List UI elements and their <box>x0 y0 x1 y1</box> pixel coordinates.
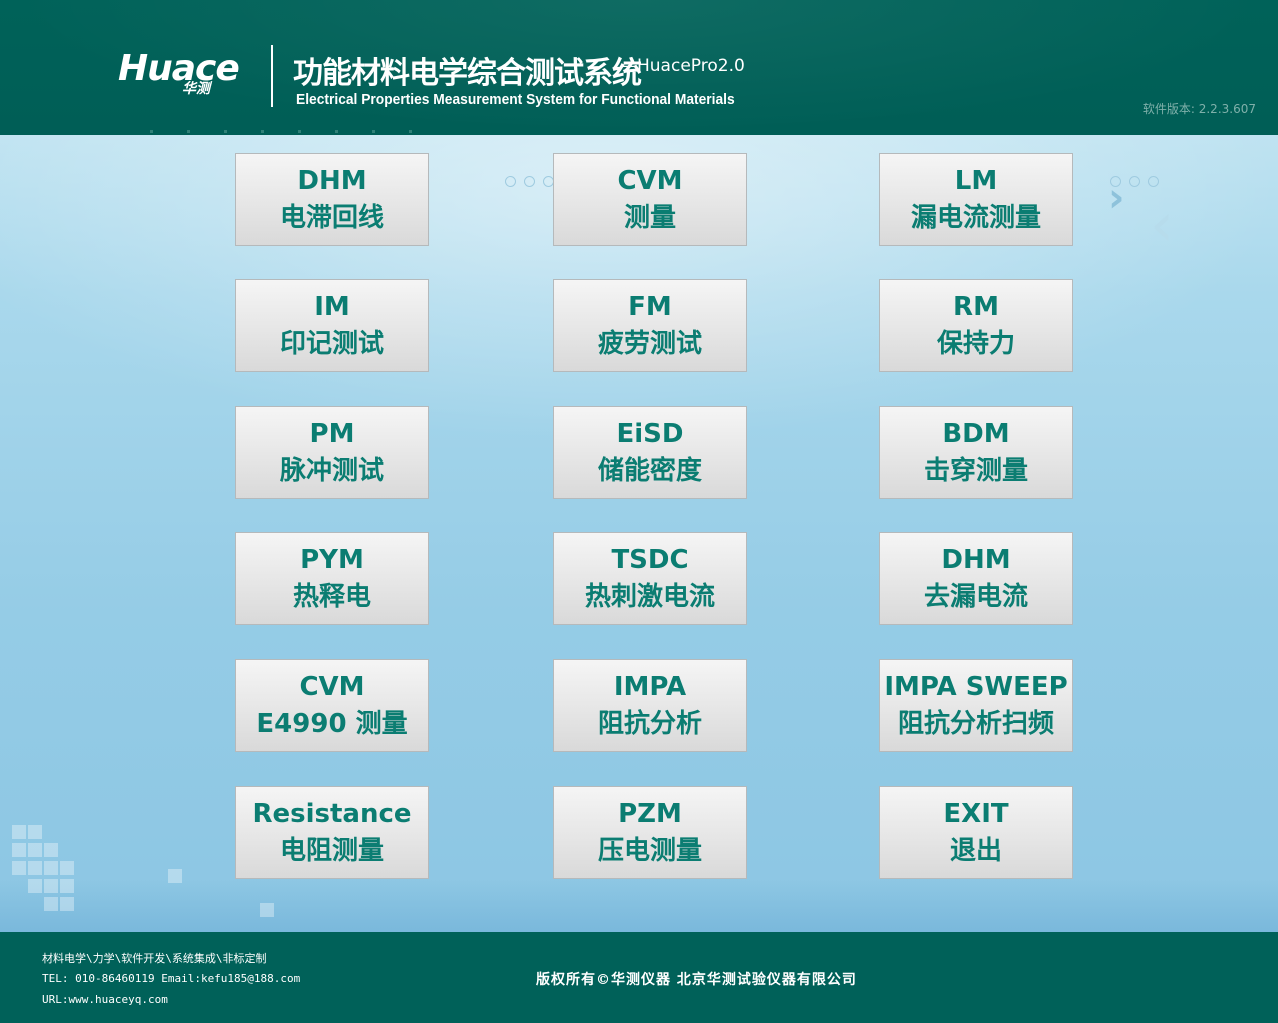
button-code: CVM <box>299 671 365 702</box>
footer-copyright: 版权所有©华测仪器 北京华测试验仪器有限公司 <box>536 972 857 988</box>
button-code: EiSD <box>616 418 684 449</box>
button-code: BDM <box>942 418 1010 449</box>
bdm-breakdown-button[interactable]: BDM 击穿测量 <box>879 406 1073 499</box>
button-code: PYM <box>300 544 364 575</box>
button-label: E4990 测量 <box>256 708 408 739</box>
pym-pyroelectric-button[interactable]: PYM 热释电 <box>235 532 429 625</box>
main-panel: › ‹ DHM 电滞回线 CVM 测量 LM 漏电流测量 IM 印记测试 FM … <box>0 135 1278 932</box>
button-code: EXIT <box>943 798 1009 829</box>
button-label: 脉冲测试 <box>279 455 384 486</box>
button-label: 测量 <box>623 202 676 233</box>
button-label: 阻抗分析 <box>597 708 702 739</box>
dhm-leakage-removal-button[interactable]: DHM 去漏电流 <box>879 532 1073 625</box>
button-label: 电阻测量 <box>279 835 384 866</box>
button-label: 保持力 <box>936 328 1015 359</box>
button-code: CVM <box>617 165 683 196</box>
button-label: 漏电流测量 <box>910 202 1041 233</box>
footer-url: URL:www.huaceyq.com <box>42 993 168 1006</box>
logo-divider <box>271 45 273 107</box>
button-label: 去漏电流 <box>923 581 1028 612</box>
button-code: IMPA SWEEP <box>884 671 1068 702</box>
button-label: 热释电 <box>292 581 371 612</box>
footer-bar: 材料电学\力学\软件开发\系统集成\非标定制 TEL: 010-86460119… <box>0 932 1278 1023</box>
pm-pulse-button[interactable]: PM 脉冲测试 <box>235 406 429 499</box>
lm-leakage-button[interactable]: LM 漏电流测量 <box>879 153 1073 246</box>
button-code: IMPA <box>613 671 687 702</box>
rm-retention-button[interactable]: RM 保持力 <box>879 279 1073 372</box>
resistance-button[interactable]: Resistance 电阻测量 <box>235 786 429 879</box>
button-code: RM <box>953 291 999 322</box>
button-code: IM <box>314 291 350 322</box>
eisd-energy-density-button[interactable]: EiSD 储能密度 <box>553 406 747 499</box>
cvm-measure-button[interactable]: CVM 测量 <box>553 153 747 246</box>
chevron-right-icon: › <box>1108 175 1125 221</box>
app-title-cn: 功能材料电学综合测试系统 <box>293 56 642 91</box>
button-label: 疲劳测试 <box>597 328 702 359</box>
fm-fatigue-button[interactable]: FM 疲劳测试 <box>553 279 747 372</box>
exit-button[interactable]: EXIT 退出 <box>879 786 1073 879</box>
button-code: PZM <box>618 798 682 829</box>
button-label: 压电测量 <box>597 835 702 866</box>
footer-contact: TEL: 010-86460119 Email:kefu185@188.com <box>42 972 301 985</box>
logo-text: Huace <box>118 48 240 89</box>
button-label: 储能密度 <box>597 455 702 486</box>
tsdc-button[interactable]: TSDC 热刺激电流 <box>553 532 747 625</box>
button-label: 阻抗分析扫频 <box>897 708 1054 739</box>
huace-logo: Huace 华测 <box>118 48 258 98</box>
app-title-suffix: —HuacePro2.0 <box>620 56 745 76</box>
chevron-left-icon: ‹ <box>1150 190 1174 260</box>
software-version: 软件版本: 2.2.3.607 <box>1142 102 1256 116</box>
button-label: 退出 <box>949 835 1002 866</box>
button-code: FM <box>628 291 672 322</box>
header-dots-decoration <box>150 118 450 133</box>
button-code: Resistance <box>252 798 412 829</box>
button-code: DHM <box>297 165 367 196</box>
button-label: 热刺激电流 <box>584 581 715 612</box>
pzm-piezo-button[interactable]: PZM 压电测量 <box>553 786 747 879</box>
button-label: 电滞回线 <box>279 202 384 233</box>
footer-services: 材料电学\力学\软件开发\系统集成\非标定制 <box>42 952 267 965</box>
button-code: TSDC <box>611 544 689 575</box>
impa-impedance-button[interactable]: IMPA 阻抗分析 <box>553 659 747 752</box>
button-label: 印记测试 <box>279 328 384 359</box>
button-code: DHM <box>941 544 1011 575</box>
button-label: 击穿测量 <box>923 455 1028 486</box>
button-code: PM <box>309 418 355 449</box>
cvm-e4990-button[interactable]: CVM E4990 测量 <box>235 659 429 752</box>
app-title-en: Electrical Properties Measurement System… <box>296 91 735 108</box>
dhm-hysteresis-button[interactable]: DHM 电滞回线 <box>235 153 429 246</box>
logo-sub: 华测 <box>182 81 210 97</box>
button-code: LM <box>954 165 998 196</box>
im-imprint-button[interactable]: IM 印记测试 <box>235 279 429 372</box>
header-bar: Huace 华测 功能材料电学综合测试系统 —HuacePro2.0 Elect… <box>0 0 1278 135</box>
impa-sweep-button[interactable]: IMPA SWEEP 阻抗分析扫频 <box>879 659 1073 752</box>
